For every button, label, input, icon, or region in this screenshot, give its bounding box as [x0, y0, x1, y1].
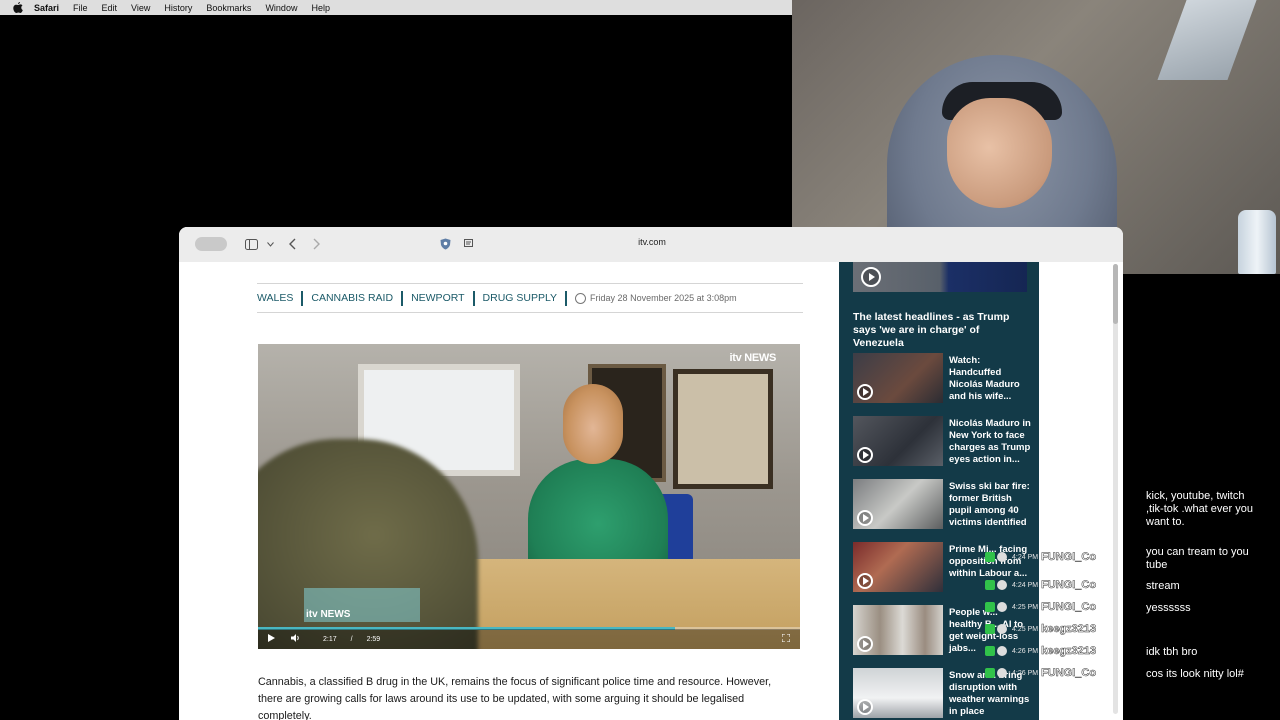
menu-view[interactable]: View: [131, 3, 150, 13]
chat-message: yessssss: [1138, 600, 1262, 617]
menu-app-name[interactable]: Safari: [34, 3, 59, 13]
play-circle-icon[interactable]: [857, 510, 873, 526]
chat-message: you can tream to you tube: [1138, 544, 1262, 574]
address-bar[interactable]: itv.com: [619, 237, 685, 247]
kick-badge-icon: [985, 624, 995, 634]
chat-event: 4:25 PM FUNGI_Co: [985, 598, 1096, 616]
story-title: Nicolás Maduro in New York to face charg…: [949, 418, 1031, 465]
tag-cannabis-raid[interactable]: CANNABIS RAID: [303, 290, 404, 306]
webcam-skylight: [1157, 0, 1257, 80]
avatar-icon: [997, 552, 1007, 562]
chat-message: cos its look nitty lol#: [1138, 666, 1262, 683]
menu-file[interactable]: File: [73, 3, 88, 13]
webcam-person-face: [947, 98, 1052, 208]
avatar-icon: [997, 624, 1007, 634]
tag-newport[interactable]: NEWPORT: [403, 290, 475, 306]
chat-username: FUNGI_Co: [1041, 667, 1097, 680]
story-title: Watch: Handcuffed Nicolás Maduro and his…: [949, 355, 1020, 402]
chat-message: kick, youtube, twitch ,tik-tok .what eve…: [1138, 488, 1262, 531]
back-icon[interactable]: [285, 235, 299, 253]
headline-title[interactable]: The latest headlines - as Trump says 'we…: [853, 311, 1033, 350]
kick-badge-icon: [985, 668, 995, 678]
menu-help[interactable]: Help: [311, 3, 330, 13]
chat-time: 4:24 PM: [1012, 581, 1039, 589]
chat-events-overlay: 4:24 PM FUNGI_Co 4:24 PM FUNGI_Co 4:25 P…: [985, 548, 1135, 720]
kick-badge-icon: [985, 602, 995, 612]
menu-window[interactable]: Window: [265, 3, 297, 13]
headline-thumbnail[interactable]: [853, 262, 1027, 292]
chat-time: 4:26 PM: [1012, 647, 1039, 655]
menu-bookmarks[interactable]: Bookmarks: [206, 3, 251, 13]
privacy-shield-icon[interactable]: [437, 235, 453, 253]
chevron-down-icon[interactable]: [265, 235, 275, 253]
video-time-separator: /: [350, 635, 353, 643]
scrollbar-thumb[interactable]: [1113, 264, 1118, 324]
fullscreen-icon[interactable]: [781, 633, 791, 644]
video-scene-certificate: [673, 369, 773, 489]
tab-overview-button[interactable]: [195, 237, 227, 251]
chat-event: 4:26 PM FUNGI_Co: [985, 664, 1096, 682]
apple-icon[interactable]: [12, 2, 24, 14]
sidebar-toggle-icon[interactable]: [243, 235, 259, 253]
chat-time: 4:25 PM: [1012, 603, 1039, 611]
forward-icon[interactable]: [309, 235, 323, 253]
play-circle-icon[interactable]: [857, 573, 873, 589]
chat-username: FUNGI_Co: [1041, 579, 1097, 592]
article-date: Friday 28 November 2025 at 3:08pm: [567, 292, 737, 304]
kick-badge-icon: [985, 552, 995, 562]
article-body: Cannabis, a classified B drug in the UK,…: [258, 676, 772, 720]
itv-news-logo: itv NEWS: [729, 352, 777, 364]
video-duration: 2:59: [366, 635, 381, 643]
video-player[interactable]: itv NEWS itv NEWS 2:17 / 2:59: [258, 344, 800, 649]
chat-messages: kick, youtube, twitch ,tik-tok .what eve…: [1138, 486, 1280, 720]
play-circle-icon[interactable]: [857, 636, 873, 652]
chat-username: keegz3213: [1041, 623, 1097, 636]
play-icon[interactable]: [268, 634, 275, 644]
avatar-icon: [997, 602, 1007, 612]
menu-edit[interactable]: Edit: [102, 3, 118, 13]
kick-badge-icon: [985, 646, 995, 656]
avatar-icon: [997, 580, 1007, 590]
sidebar-story[interactable]: Watch: Handcuffed Nicolás Maduro and his…: [853, 353, 1033, 405]
article-date-text: Friday 28 November 2025 at 3:08pm: [590, 293, 737, 303]
avatar-icon: [997, 646, 1007, 656]
menu-bar: Safari File Edit View History Bookmarks …: [0, 0, 792, 15]
safari-window: itv.com WALES CANNABIS RAID NEWPORT DRUG…: [179, 227, 1123, 720]
play-circle-icon[interactable]: [857, 384, 873, 400]
tag-wales[interactable]: WALES: [257, 290, 304, 306]
video-scene-interviewee-head: [563, 384, 623, 464]
chat-event: 4:24 PM FUNGI_Co: [985, 548, 1096, 566]
chat-time: 4:26 PM: [1012, 669, 1039, 677]
chat-message: idk tbh bro: [1138, 644, 1262, 661]
chat-username: FUNGI_Co: [1041, 551, 1097, 564]
browser-toolbar: itv.com: [179, 227, 1123, 263]
webcam-bottle: [1238, 210, 1276, 274]
sidebar-story[interactable]: Nicolás Maduro in New York to face charg…: [853, 416, 1033, 468]
play-circle-icon[interactable]: [857, 447, 873, 463]
clock-icon: [575, 292, 587, 304]
sidebar-story[interactable]: Swiss ski bar fire: former British pupil…: [853, 479, 1033, 531]
itv-news-lower-logo: itv NEWS: [306, 609, 351, 620]
chat-time: 4:25 PM: [1012, 625, 1039, 633]
avatar-icon: [997, 668, 1007, 678]
volume-icon[interactable]: [291, 634, 301, 644]
article-tags: WALES CANNABIS RAID NEWPORT DRUG SUPPLY …: [257, 283, 803, 313]
chat-time: 4:24 PM: [1012, 553, 1039, 561]
story-title: Swiss ski bar fire: former British pupil…: [949, 481, 1030, 528]
page-content: WALES CANNABIS RAID NEWPORT DRUG SUPPLY …: [179, 262, 1123, 720]
chat-event: 4:25 PM keegz3213: [985, 620, 1096, 638]
kick-badge-icon: [985, 580, 995, 590]
menu-history[interactable]: History: [164, 3, 192, 13]
reader-icon[interactable]: [461, 235, 477, 253]
chat-username: FUNGI_Co: [1041, 601, 1097, 614]
chat-event: 4:24 PM FUNGI_Co: [985, 576, 1096, 594]
tag-drug-supply[interactable]: DRUG SUPPLY: [475, 290, 568, 306]
chat-event: 4:26 PM keegz3213: [985, 642, 1096, 660]
video-controls: 2:17 / 2:59: [258, 629, 800, 649]
play-circle-icon[interactable]: [861, 267, 881, 287]
video-current-time: 2:17: [323, 635, 337, 643]
chat-username: keegz3213: [1041, 645, 1097, 658]
play-circle-icon[interactable]: [857, 699, 873, 715]
chat-message: stream: [1138, 578, 1262, 595]
